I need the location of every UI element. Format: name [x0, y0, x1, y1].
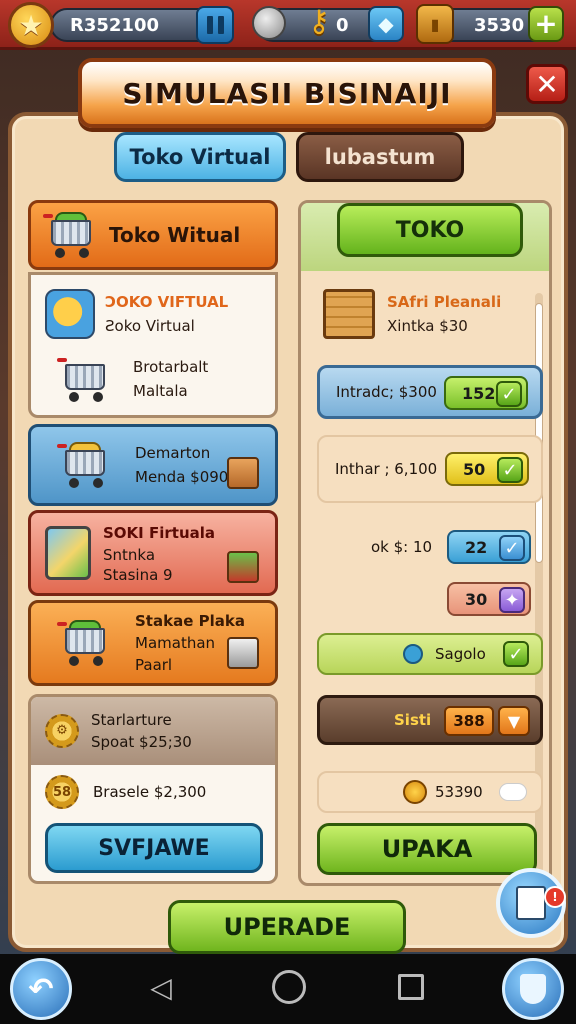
row-value: 152 [462, 383, 496, 403]
eraser-icon [499, 783, 527, 801]
gold-coin-icon: ▮ [416, 4, 454, 44]
badge-icon: 58 [45, 775, 79, 809]
row-label: 53390 [435, 783, 483, 801]
item-price: Menda $090 [135, 468, 229, 486]
row-value: 22 [465, 537, 488, 557]
star-icon[interactable]: ★ [8, 2, 54, 48]
list-item-soki[interactable]: SOKI Firtuala Sntnka Stasina 9 [28, 510, 278, 596]
row-value: 388 [453, 712, 485, 730]
tablet-icon [45, 526, 91, 580]
row-label: Inthar ; 6,100 [335, 460, 438, 478]
toko-panel-header: TOKO [301, 203, 549, 271]
list-item-stakae[interactable]: Stakae Plaka Mamathan Paarl [28, 600, 278, 686]
shop-title: SAfri Pleanali [387, 293, 502, 311]
upgrade-title: Starlarture [91, 711, 172, 729]
store-line4: Maltala [133, 382, 188, 400]
chevron-down-icon[interactable]: ▼ [498, 706, 530, 736]
list-item-inthar[interactable]: Inthar ; 6,100 50 ✓ [317, 435, 543, 503]
wand-icon[interactable]: ✦ [499, 587, 525, 613]
nav-home-icon[interactable] [272, 970, 306, 1004]
toko-panel: TOKO SAfri Pleanali Xintka $30 Intradc; … [298, 200, 552, 886]
key-icon: ⚷ [308, 4, 330, 39]
upgrade-price: Spoat $25;30 [91, 733, 192, 751]
gold-value: 3530 [474, 14, 525, 36]
item-title: Stakae Plaka [135, 612, 245, 630]
info-icon [403, 644, 423, 664]
shield-icon[interactable] [502, 958, 564, 1020]
check-icon[interactable]: ✓ [497, 457, 523, 483]
store-info-card: ƆOKO VIFTUAL Ƨoko Virtual Brotarbalt Mal… [28, 272, 278, 418]
store-name: ƆOKO VIFTUAL [105, 293, 229, 311]
row-label: Sagolo [435, 645, 486, 663]
list-item-intradc[interactable]: Intradc; $300 152 ✓ [317, 365, 543, 419]
left-header-label: Toko Witual [109, 223, 241, 247]
value-pill[interactable]: 30 ✦ [447, 582, 531, 616]
check-icon[interactable]: ✓ [499, 535, 525, 561]
list-item-sagolo[interactable]: Sagolo ✓ [317, 633, 543, 675]
gem-icon[interactable]: ◆ [368, 6, 404, 42]
upgrade-card: ⚙ Starlarture Spoat $25;30 58 Brasele $2… [28, 694, 278, 884]
upgrade-card-header: ⚙ Starlarture Spoat $25;30 [31, 697, 275, 765]
tab-toko-virtual[interactable]: Toko Virtual [114, 132, 286, 182]
row-label: Sisti [394, 711, 432, 729]
gear-icon: ⚙ [45, 714, 79, 748]
silver-coin-icon [252, 6, 286, 40]
page-title: SIMULASII BISINAIJI [78, 58, 496, 128]
upgrade-row-text: Brasele $2,300 [93, 783, 207, 801]
list-item-sisti[interactable]: Sisti 388 ▼ [317, 695, 543, 745]
store-badge-icon [45, 289, 95, 339]
back-arrow-icon[interactable]: ↶ [10, 958, 72, 1020]
notification-dot: ! [544, 886, 566, 908]
keys-value: 0 [336, 14, 349, 36]
shopping-cart-icon [57, 356, 113, 402]
value-pill[interactable]: 50 ✓ [445, 452, 529, 486]
check-icon[interactable]: ✓ [496, 381, 522, 407]
machine-icon [227, 637, 259, 669]
item-line2: Sntnka [103, 546, 156, 564]
item-title: SOKI Firtuala [103, 524, 216, 542]
list-item-ok[interactable]: ok $: 10 22 ✓ [317, 527, 543, 567]
check-icon[interactable]: ✓ [503, 641, 529, 667]
shop-price: Xintka $30 [387, 317, 468, 335]
shop-summary: SAfri Pleanali Xintka $30 [323, 289, 501, 339]
box-icon [227, 457, 259, 489]
svfjawe-button[interactable]: SVFJAWE [45, 823, 263, 873]
row-label: ok $: 10 [371, 538, 433, 556]
value-pill[interactable]: 22 ✓ [447, 530, 531, 564]
produce-cart-icon [57, 620, 113, 666]
list-item-coins[interactable]: 53390 [317, 771, 543, 813]
money-value: R352100 [70, 14, 160, 36]
coin-icon [403, 780, 427, 804]
crate-cart-icon [323, 289, 375, 339]
shopping-cart-icon [43, 212, 99, 258]
nav-back-icon[interactable]: ◁ [146, 970, 176, 1004]
row-label: Intradc; $300 [336, 383, 437, 401]
pause-icon-bar [217, 16, 224, 34]
chest-icon [227, 551, 259, 583]
produce-cart-icon [57, 442, 113, 488]
row-value: 50 [463, 459, 486, 479]
store-subtitle: Ƨoko Virtual [105, 317, 195, 335]
nav-recents-icon[interactable] [398, 974, 424, 1000]
row-value: 30 [465, 589, 488, 609]
store-line3: Brotarbalt [133, 358, 209, 376]
scrollbar-thumb[interactable] [535, 303, 543, 563]
pause-button[interactable] [196, 6, 234, 44]
left-header[interactable]: Toko Witual [28, 200, 278, 270]
upaka-button[interactable]: UPAKA [317, 823, 537, 875]
add-gold-button[interactable]: + [528, 6, 564, 42]
list-item-demarton[interactable]: Demarton Menda $090 [28, 424, 278, 506]
tab-lubastum[interactable]: lubastum [296, 132, 464, 182]
pause-icon-bar [206, 16, 213, 34]
item-line3: Stasina 9 [103, 566, 173, 584]
list-item-thirty[interactable]: 30 ✦ [317, 579, 543, 619]
item-title: Demarton [135, 444, 211, 462]
top-resource-bar: R352100 ★ 0 ⚷ ◆ 3530 ▮ + [0, 0, 576, 50]
upgrade-button[interactable]: UPERADE [168, 900, 406, 954]
close-button[interactable]: ✕ [526, 64, 568, 104]
toko-button[interactable]: TOKO [337, 203, 523, 257]
value-pill[interactable]: 388 [444, 706, 494, 736]
value-pill[interactable]: 152 ✓ [444, 376, 528, 410]
